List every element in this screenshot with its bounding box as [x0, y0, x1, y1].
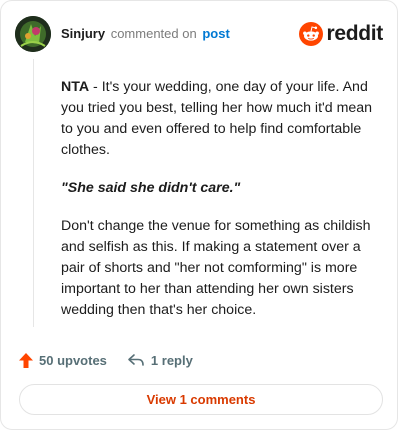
comment-meta: Sinjury commented on post — [61, 26, 230, 41]
comment-card: Sinjury commented on post reddit NTA - I… — [0, 0, 398, 430]
reddit-logo[interactable]: reddit — [299, 20, 383, 48]
avatar[interactable] — [15, 16, 51, 52]
comment-header: Sinjury commented on post reddit — [15, 16, 383, 52]
comment-paragraph: NTA - It's your wedding, one day of your… — [61, 77, 387, 161]
avatar-image — [15, 16, 51, 52]
reddit-wordmark: reddit — [326, 22, 383, 45]
upvote-arrow-icon — [19, 352, 33, 368]
verdict-text: NTA — [61, 79, 90, 95]
comment-actions: 50 upvotes 1 reply — [19, 350, 193, 370]
comment-paragraph: Don't change the venue for something as … — [61, 218, 371, 318]
quoted-text: "She said she didn't care." — [61, 180, 241, 196]
paragraph-text: - It's your wedding, one day of your lif… — [61, 79, 373, 158]
upvote-count: 50 upvotes — [39, 352, 107, 368]
reddit-logo-icon — [299, 22, 324, 46]
comment-body: NTA - It's your wedding, one day of your… — [61, 77, 387, 338]
commented-on-text: commented on — [110, 26, 197, 41]
reply-count: 1 reply — [150, 352, 193, 368]
reply-arrow-icon — [128, 354, 144, 366]
thread-line[interactable] — [33, 59, 34, 327]
view-comments-button[interactable]: View 1 comments — [19, 384, 383, 415]
post-link[interactable]: post — [202, 26, 229, 41]
username[interactable]: Sinjury — [61, 26, 105, 41]
upvote-button[interactable]: 50 upvotes — [19, 352, 107, 368]
reply-button[interactable]: 1 reply — [127, 353, 193, 368]
